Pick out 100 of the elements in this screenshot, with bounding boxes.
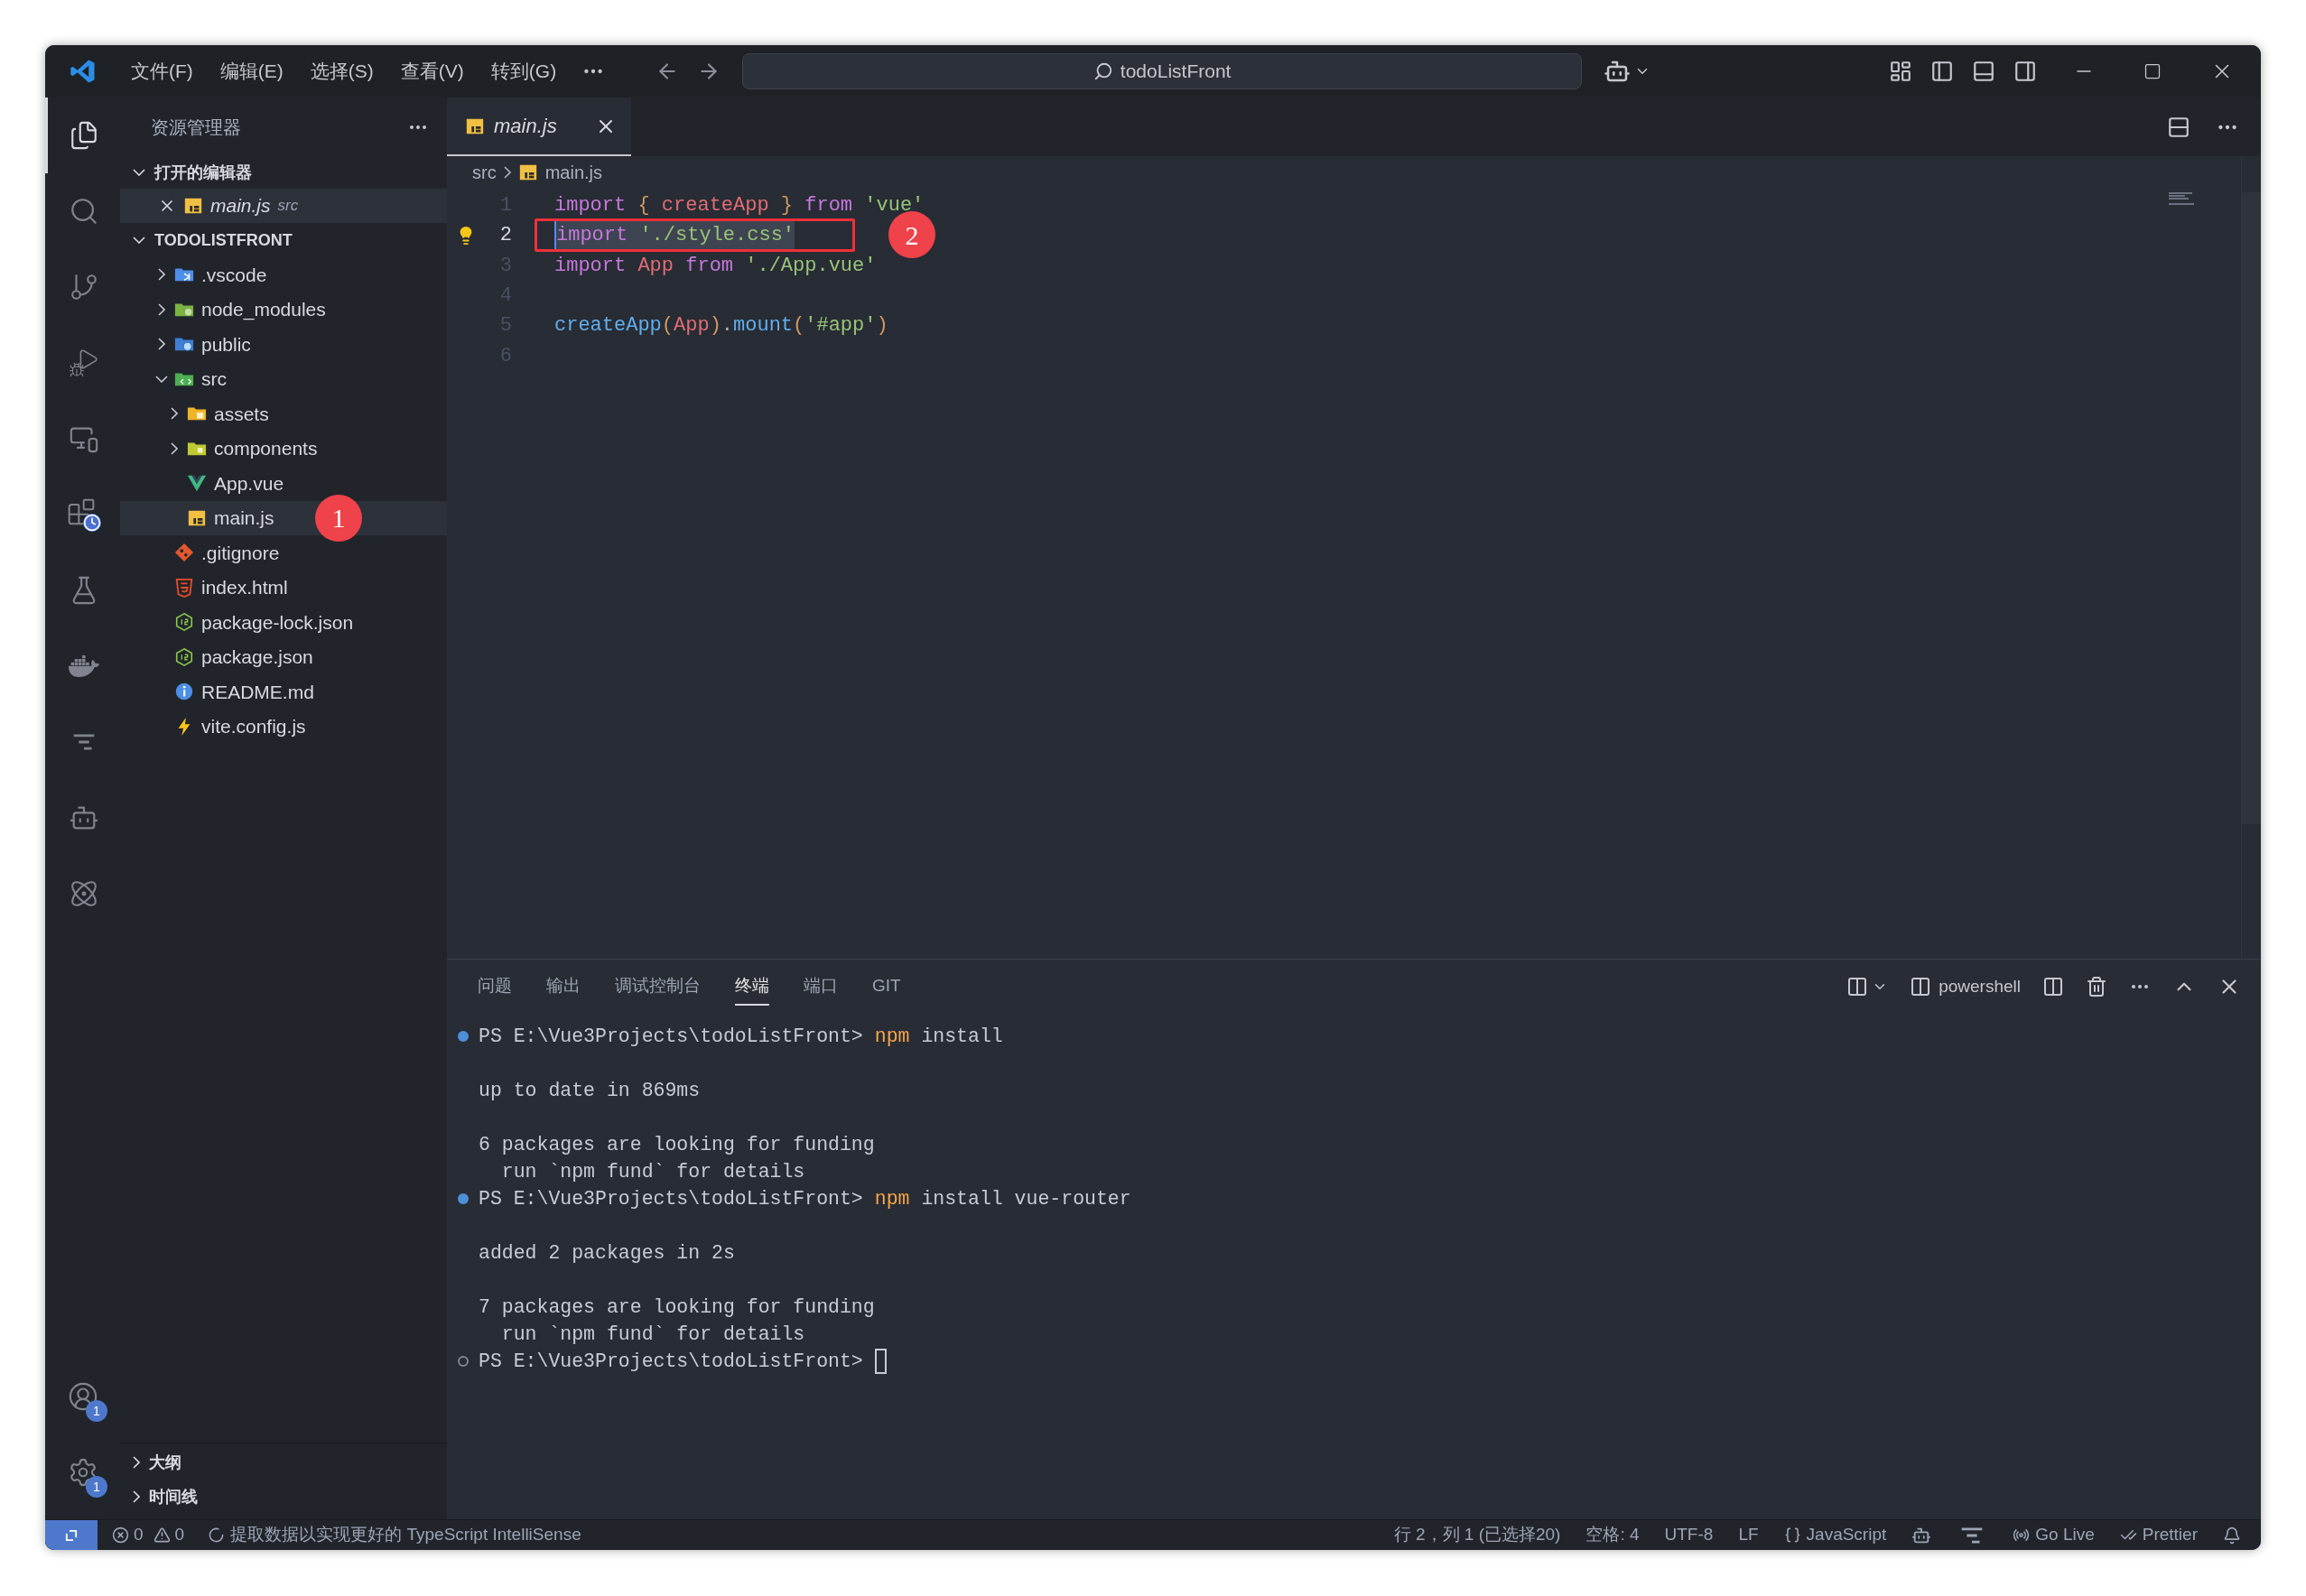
search-icon	[1093, 61, 1113, 81]
panel-toggle-icon[interactable]	[1972, 60, 1995, 83]
code-line: createApp(App).mount('#app')	[554, 313, 888, 339]
terminal-command: npm install	[874, 1024, 1003, 1049]
chevron-right-icon	[133, 1490, 140, 1503]
file-name: index.html	[201, 576, 288, 599]
count-badge: 1	[86, 1400, 107, 1422]
section-header[interactable]: 时间线	[120, 1480, 447, 1514]
tree-item[interactable]: .vscode	[120, 257, 447, 292]
panel-tab[interactable]: GIT	[872, 967, 901, 1007]
tree-item[interactable]: public	[120, 327, 447, 362]
diamond-icon	[174, 543, 194, 563]
terminal-selector[interactable]: powershell	[1910, 973, 2021, 1000]
status-item[interactable]: 空格: 4	[1585, 1522, 1640, 1548]
tree-item[interactable]: src	[120, 361, 447, 396]
terminal-command: npm install vue-router	[874, 1186, 1131, 1211]
tree-item[interactable]: package-lock.json	[120, 605, 447, 640]
terminal-output: added 2 packages in 2s	[479, 1240, 735, 1266]
problems-indicator[interactable]: 0 0	[112, 1522, 185, 1548]
tree-item[interactable]: package.json	[120, 639, 447, 674]
terminal-output: up to date in 869ms	[479, 1078, 701, 1103]
section-header[interactable]: TODOLISTFRONT	[120, 223, 447, 257]
secondary-sidebar-icon[interactable]	[2013, 60, 2037, 83]
panel-tab[interactable]: 终端	[735, 967, 769, 1007]
files-icon	[69, 120, 99, 151]
js-file-icon	[517, 162, 538, 182]
tree-item[interactable]: assets	[120, 396, 447, 431]
menu-item[interactable]: 选择(S)	[299, 57, 385, 86]
tree-item[interactable]: components	[120, 431, 447, 466]
hexagon-icon	[174, 612, 194, 633]
split-terminal-icon[interactable]	[1846, 976, 1869, 998]
status-item[interactable]: UTF-8	[1664, 1522, 1714, 1548]
shield-icon	[174, 577, 194, 598]
js-file-icon	[183, 196, 203, 216]
tree-item[interactable]: README.md	[120, 674, 447, 710]
terminal-output: run `npm fund` for details	[500, 1159, 805, 1184]
tree-item[interactable]: index.html	[120, 570, 447, 605]
file-name: package.json	[201, 645, 313, 669]
terminal-prompt: PS E:\Vue3Projects\todoListFront>	[479, 1024, 863, 1049]
app-logo-icon	[69, 58, 97, 85]
file-name: .vscode	[201, 263, 267, 287]
split-icon[interactable]	[2042, 976, 2064, 998]
panel-tab[interactable]: 问题	[478, 967, 512, 1007]
info-icon	[174, 682, 194, 702]
panel-tab[interactable]: 输出	[546, 967, 581, 1007]
menu-item[interactable]: 查看(V)	[389, 57, 475, 86]
status-item[interactable]: LF	[1738, 1522, 1759, 1548]
go-live-button[interactable]: Go Live	[2013, 1522, 2095, 1548]
file-name: package-lock.json	[201, 610, 354, 635]
editor-tab[interactable]: main.js	[447, 97, 631, 156]
count-badge: 1	[86, 1476, 107, 1498]
search-icon	[69, 196, 99, 227]
terminal-prompt: PS E:\Vue3Projects\todoListFront>	[479, 1349, 863, 1374]
menu-item[interactable]: 文件(F)	[120, 57, 204, 86]
file-name: main.js	[214, 506, 274, 530]
section-header[interactable]: 大纲	[120, 1445, 447, 1480]
panel-tab[interactable]: 端口	[804, 967, 838, 1007]
chevron-down-icon	[133, 237, 145, 244]
menu-item[interactable]: 编辑(E)	[209, 57, 294, 86]
broadcast-icon	[2013, 1526, 2031, 1544]
sidebar-title: 资源管理器	[151, 116, 241, 139]
blocks-clock-icon	[67, 497, 101, 532]
terminal-output: 6 packages are looking for funding	[479, 1132, 875, 1157]
chevron-right-icon	[158, 302, 165, 316]
branch-icon	[69, 272, 99, 302]
atom-icon	[69, 878, 99, 909]
number-marker: 2	[888, 211, 935, 259]
tree-item[interactable]: vite.config.js	[120, 709, 447, 744]
scrollbar-thumb[interactable]	[2242, 192, 2261, 824]
braces-icon	[1783, 1526, 1801, 1544]
number-marker: 1	[315, 494, 362, 542]
chevron-right-icon	[158, 338, 165, 351]
file-name: public	[201, 332, 251, 357]
breadcrumb-item[interactable]: main.js	[544, 159, 603, 186]
breadcrumb-item[interactable]: src	[472, 159, 497, 186]
file-name: node_modules	[201, 298, 326, 322]
code-line: import App from './App.vue'	[554, 253, 877, 279]
file-name: src	[201, 367, 227, 391]
search-text: todoListFront	[1120, 60, 1232, 84]
file-name: assets	[214, 402, 269, 426]
status-item[interactable]: 行 2，列 1 (已选择20)	[1393, 1522, 1561, 1548]
prettier-button[interactable]: Prettier	[2119, 1522, 2198, 1548]
panel-tab[interactable]: 调试控制台	[615, 967, 701, 1007]
file-name: README.md	[201, 680, 314, 704]
file-name: App.vue	[214, 471, 284, 496]
command-search-field[interactable]: todoListFront	[742, 53, 1583, 89]
bell-icon[interactable]	[2223, 1526, 2241, 1545]
split-editor-icon[interactable]	[2167, 115, 2190, 139]
maximize-icon[interactable]	[2143, 62, 2162, 80]
play-bug-icon	[69, 348, 99, 378]
menu-item[interactable]: 转到(G)	[479, 57, 568, 86]
language-mode[interactable]: JavaScript	[1783, 1522, 1887, 1548]
sidebar-toggle-icon[interactable]	[1930, 60, 1954, 83]
trash-icon[interactable]	[2086, 976, 2107, 998]
tree-item[interactable]: node_modules	[120, 292, 447, 327]
terminal-output: run `npm fund` for details	[500, 1322, 805, 1347]
remote-button[interactable]	[45, 1520, 98, 1550]
layout-icon[interactable]	[1889, 60, 1912, 83]
section-header[interactable]: 打开的编辑器	[120, 156, 447, 189]
open-editor-item[interactable]: main.js src	[120, 189, 447, 223]
